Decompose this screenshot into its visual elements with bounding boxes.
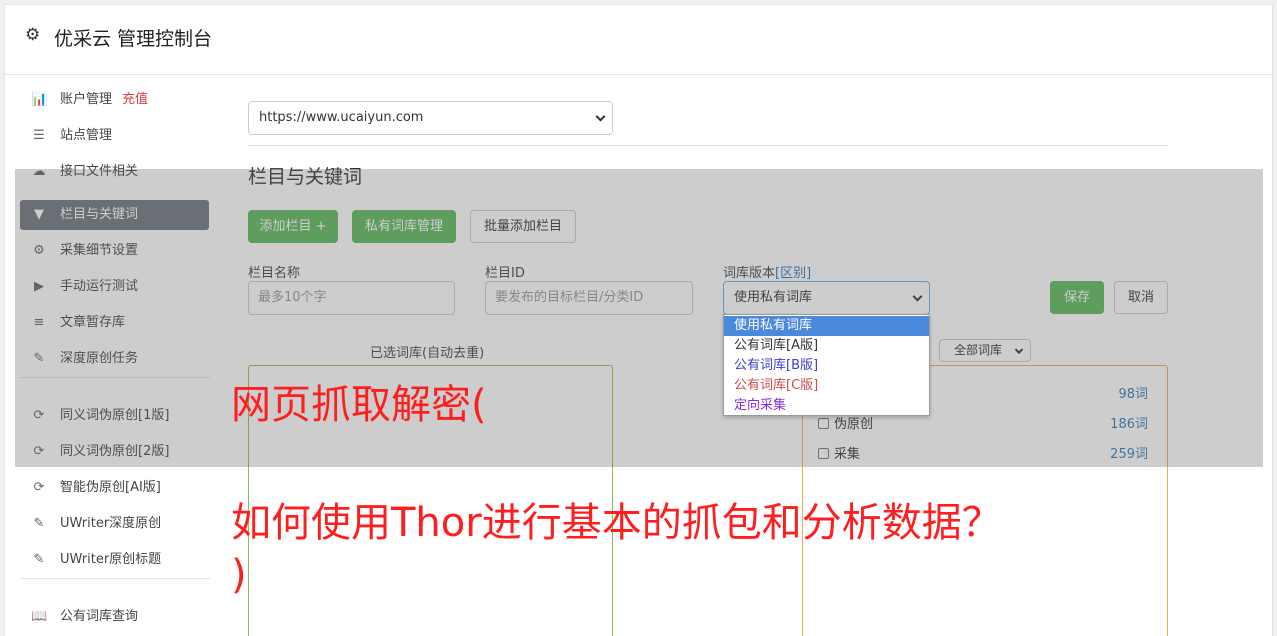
lexicon-count: 186词 bbox=[1110, 417, 1148, 432]
play-icon: ▶ bbox=[34, 279, 44, 294]
refresh-icon: ⟳ bbox=[33, 444, 45, 459]
sidebar-item-synonym-v2[interactable]: ⟳ 同义词伪原创[2版] bbox=[20, 437, 209, 467]
refresh-icon: ⟳ bbox=[33, 408, 45, 423]
bar-chart-icon: 📊 bbox=[31, 92, 48, 107]
overlay-text-line2: 如何使用Thor进行基本的抓包和分析数据？ bbox=[231, 500, 1002, 546]
add-column-button[interactable]: 添加栏目 + bbox=[248, 210, 338, 243]
sidebar-item-label: 账户管理 bbox=[60, 92, 113, 107]
sidebar-item-api-files[interactable]: ☁ 接口文件相关 bbox=[20, 157, 209, 187]
recharge-link[interactable]: 充值 bbox=[122, 85, 148, 115]
sidebar-item-label: 文章暂存库 bbox=[60, 315, 126, 330]
sidebar-item-label: 深度原创任务 bbox=[60, 351, 139, 366]
database-icon: ≡ bbox=[33, 315, 45, 330]
lexicon-count: 98词 bbox=[1118, 387, 1148, 402]
sidebar-divider bbox=[20, 578, 210, 579]
sidebar-item-label: 同义词伪原创[2版] bbox=[60, 444, 170, 459]
cogs-icon: ⚙ bbox=[33, 243, 45, 258]
sidebar-item-ai-original[interactable]: ⟳ 智能伪原创[AI版] bbox=[20, 473, 209, 503]
sidebar-item-columns-keywords[interactable]: ▼ 栏目与关键词 bbox=[20, 200, 209, 230]
sidebar-divider bbox=[20, 377, 210, 378]
overlay-text-line1: 网页抓取解密( bbox=[231, 382, 487, 428]
lexicon-version-dropdown: 使用私有词库 公有词库[A版] 公有词库[B版] 公有词库[C版] 定向采集 bbox=[723, 314, 930, 416]
dropdown-option[interactable]: 公有词库[A版] bbox=[724, 336, 929, 356]
section-title: 栏目与关键词 bbox=[248, 166, 363, 188]
sidebar-item-uwriter-deep[interactable]: ✎ UWriter深度原创 bbox=[20, 509, 209, 539]
save-button[interactable]: 保存 bbox=[1050, 281, 1104, 314]
lexicon-version-select[interactable]: 使用私有词库 bbox=[723, 281, 930, 315]
chevron-down-icon bbox=[912, 291, 923, 302]
filter-icon: ▼ bbox=[34, 207, 44, 222]
sidebar-item-article-store[interactable]: ≡ 文章暂存库 bbox=[20, 308, 209, 338]
sidebar-item-label: 采集细节设置 bbox=[60, 243, 139, 258]
site-select[interactable]: https://www.ucaiyun.com bbox=[248, 101, 613, 135]
sidebar-item-label: 公有词库查询 bbox=[60, 609, 139, 624]
sidebar-item-manual-run[interactable]: ▶ 手动运行测试 bbox=[20, 272, 209, 302]
all-lexicon-value: 全部词库 bbox=[954, 343, 1003, 357]
sidebar-item-synonym-v1[interactable]: ⟳ 同义词伪原创[1版] bbox=[20, 401, 209, 431]
column-name-label: 栏目名称 bbox=[248, 266, 301, 281]
edit-icon: ✎ bbox=[33, 552, 45, 567]
selected-lexicon-title: 已选词库(自动去重) bbox=[370, 346, 485, 361]
dropdown-option[interactable]: 公有词库[C版] bbox=[724, 376, 929, 396]
lexicon-label: 采集 bbox=[834, 447, 861, 462]
sidebar-item-label: 栏目与关键词 bbox=[60, 207, 139, 222]
checkbox[interactable] bbox=[818, 418, 829, 429]
cloud-upload-icon: ☁ bbox=[32, 164, 46, 179]
dropdown-option[interactable]: 公有词库[B版] bbox=[724, 356, 929, 376]
column-name-input[interactable]: 最多10个字 bbox=[248, 281, 455, 315]
sidebar-item-uwriter-title[interactable]: ✎ UWriter原创标题 bbox=[20, 545, 209, 575]
sidebar-item-label: 站点管理 bbox=[60, 128, 113, 143]
sidebar-item-deep-original[interactable]: ✎ 深度原创任务 bbox=[20, 344, 209, 374]
chevron-down-icon bbox=[595, 111, 606, 122]
private-lexicon-button[interactable]: 私有词库管理 bbox=[352, 210, 456, 243]
refresh-icon: ⟳ bbox=[33, 480, 45, 495]
chevron-down-icon bbox=[1014, 345, 1024, 354]
checkbox[interactable] bbox=[818, 448, 829, 459]
gear-icon: ⚙ bbox=[25, 25, 41, 45]
dropdown-option[interactable]: 使用私有词库 bbox=[724, 316, 929, 336]
overlay-text-line3: ) bbox=[231, 552, 247, 598]
sidebar-item-label: UWriter深度原创 bbox=[60, 516, 162, 531]
cancel-button[interactable]: 取消 bbox=[1114, 281, 1168, 314]
batch-add-button[interactable]: 批量添加栏目 bbox=[470, 210, 576, 243]
all-lexicon-select[interactable]: 全部词库 bbox=[939, 339, 1031, 362]
page-title: 优采云 管理控制台 bbox=[54, 28, 213, 50]
page-header: ⚙ 优采云 管理控制台 bbox=[5, 5, 1272, 75]
sidebar-item-sites[interactable]: ☰ 站点管理 bbox=[20, 121, 209, 151]
book-icon: 📖 bbox=[31, 609, 48, 624]
lexicon-list-item[interactable]: 采集 bbox=[818, 443, 860, 462]
lexicon-count: 259词 bbox=[1110, 447, 1148, 462]
sidebar-item-collect-settings[interactable]: ⚙ 采集细节设置 bbox=[20, 236, 209, 266]
server-icon: ☰ bbox=[33, 128, 45, 143]
sidebar-item-label: 同义词伪原创[1版] bbox=[60, 408, 170, 423]
lexicon-version-label: 词库版本[区别] bbox=[723, 266, 812, 281]
lexicon-version-value: 使用私有词库 bbox=[734, 290, 813, 305]
difference-link[interactable]: [区别] bbox=[775, 266, 811, 281]
lexicon-label: 伪原创 bbox=[834, 417, 874, 432]
sidebar-item-label: 手动运行测试 bbox=[60, 279, 139, 294]
sidebar-item-public-lexicon[interactable]: 📖 公有词库查询 bbox=[20, 602, 209, 632]
edit-icon: ✎ bbox=[33, 351, 45, 366]
sidebar-item-label: UWriter原创标题 bbox=[60, 552, 162, 567]
edit-icon: ✎ bbox=[33, 516, 45, 531]
dropdown-option[interactable]: 定向采集 bbox=[724, 396, 929, 416]
column-id-label: 栏目ID bbox=[485, 266, 525, 281]
section-divider bbox=[248, 145, 1168, 146]
sidebar-item-account[interactable]: 📊 账户管理 充值 bbox=[20, 85, 209, 115]
column-id-input[interactable]: 要发布的目标栏目/分类ID bbox=[485, 281, 693, 315]
sidebar-item-label: 智能伪原创[AI版] bbox=[60, 480, 161, 495]
sidebar-item-label: 接口文件相关 bbox=[60, 164, 139, 179]
site-select-value: https://www.ucaiyun.com bbox=[259, 110, 424, 125]
